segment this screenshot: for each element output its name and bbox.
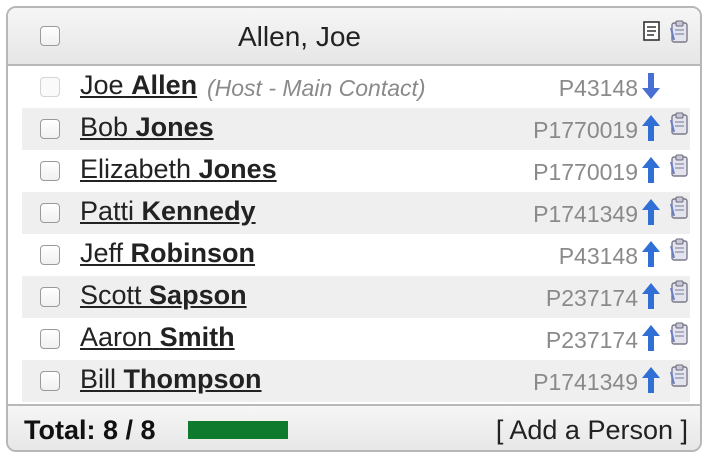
person-name-link[interactable]: Elizabeth Jones bbox=[80, 154, 277, 185]
last-name: Allen bbox=[131, 70, 198, 100]
row-checkbox[interactable] bbox=[40, 371, 60, 391]
clipboard-icon[interactable] bbox=[668, 20, 690, 49]
list-item: Jeff Robinson P43148 bbox=[22, 234, 690, 276]
clipboard-icon[interactable] bbox=[668, 280, 690, 309]
add-person-link[interactable]: [ Add a Person ] bbox=[496, 415, 688, 446]
header-title: Allen, Joe bbox=[238, 21, 361, 52]
person-name-link[interactable]: Aaron Smith bbox=[80, 322, 235, 353]
person-id: P237174 bbox=[545, 327, 638, 353]
arrow-up-icon[interactable] bbox=[640, 113, 662, 148]
person-name-link[interactable]: Bill Thompson bbox=[80, 364, 262, 395]
row-checkbox[interactable] bbox=[40, 203, 60, 223]
arrow-down-icon[interactable] bbox=[640, 71, 662, 106]
arrow-up-icon[interactable] bbox=[640, 239, 662, 274]
person-name-link[interactable]: Joe Allen bbox=[80, 70, 197, 101]
first-name: Scott bbox=[80, 280, 142, 310]
person-id: P1741349 bbox=[533, 201, 638, 227]
person-id: P43148 bbox=[558, 75, 638, 101]
arrow-up-icon[interactable] bbox=[640, 323, 662, 358]
person-name-link[interactable]: Bob Jones bbox=[80, 112, 214, 143]
arrow-up-icon[interactable] bbox=[640, 197, 662, 232]
list-item: Scott Sapson P237174 bbox=[22, 276, 690, 318]
first-name: Patti bbox=[80, 196, 135, 226]
clipboard-icon[interactable] bbox=[668, 112, 690, 141]
people-panel: Allen, Joe Joe Allen (Host - Main Contact… bbox=[6, 6, 702, 452]
clipboard-icon[interactable] bbox=[668, 238, 690, 267]
row-checkbox[interactable] bbox=[40, 161, 60, 181]
person-name-link[interactable]: Patti Kennedy bbox=[80, 196, 256, 227]
first-name: Jeff bbox=[80, 238, 124, 268]
panel-header: Allen, Joe bbox=[8, 8, 700, 66]
row-checkbox[interactable] bbox=[40, 245, 60, 265]
last-name: Jones bbox=[135, 112, 214, 142]
last-name: Thompson bbox=[123, 364, 262, 394]
progress-bar-fill bbox=[188, 421, 288, 439]
select-all-checkbox[interactable] bbox=[40, 26, 60, 46]
clipboard-icon[interactable] bbox=[668, 154, 690, 183]
clipboard-icon[interactable] bbox=[668, 364, 690, 393]
person-id: P43148 bbox=[558, 243, 638, 269]
list-item: Patti Kennedy P1741349 bbox=[22, 192, 690, 234]
first-name: Bob bbox=[80, 112, 129, 142]
row-checkbox[interactable] bbox=[40, 329, 60, 349]
panel-footer: Total: 8 / 8 [ Add a Person ] bbox=[8, 404, 700, 450]
person-id: P237174 bbox=[545, 285, 638, 311]
progress-bar bbox=[188, 421, 288, 439]
last-name: Robinson bbox=[130, 238, 256, 268]
contact-role-note: (Host - Main Contact) bbox=[207, 75, 426, 101]
first-name: Bill bbox=[80, 364, 117, 394]
list-item: Joe Allen (Host - Main Contact) P43148 bbox=[22, 66, 690, 108]
total-count: Total: 8 / 8 bbox=[24, 415, 156, 445]
person-id: P1741349 bbox=[533, 369, 638, 395]
last-name: Smith bbox=[159, 322, 235, 352]
person-name-link[interactable]: Scott Sapson bbox=[80, 280, 247, 311]
clipboard-icon[interactable] bbox=[668, 322, 690, 351]
row-checkbox[interactable] bbox=[40, 119, 60, 139]
person-id: P1770019 bbox=[533, 159, 638, 185]
list-item: Bob Jones P1770019 bbox=[22, 108, 690, 150]
first-name: Joe bbox=[80, 70, 124, 100]
clipboard-icon[interactable] bbox=[668, 196, 690, 225]
arrow-up-icon[interactable] bbox=[640, 281, 662, 316]
last-name: Sapson bbox=[149, 280, 247, 310]
row-checkbox[interactable] bbox=[40, 287, 60, 307]
last-name: Jones bbox=[198, 154, 277, 184]
list-item: Elizabeth Jones P1770019 bbox=[22, 150, 690, 192]
arrow-up-icon[interactable] bbox=[640, 155, 662, 190]
first-name: Elizabeth bbox=[80, 154, 192, 184]
person-id: P1770019 bbox=[533, 117, 638, 143]
row-checkbox[interactable] bbox=[40, 77, 60, 97]
person-name-link[interactable]: Jeff Robinson bbox=[80, 238, 255, 269]
first-name: Aaron bbox=[80, 322, 153, 352]
document-icon[interactable] bbox=[642, 20, 662, 47]
last-name: Kennedy bbox=[141, 196, 256, 226]
arrow-up-icon[interactable] bbox=[640, 365, 662, 400]
list-item: Aaron Smith P237174 bbox=[22, 318, 690, 360]
list-item: Bill Thompson P1741349 bbox=[22, 360, 690, 402]
